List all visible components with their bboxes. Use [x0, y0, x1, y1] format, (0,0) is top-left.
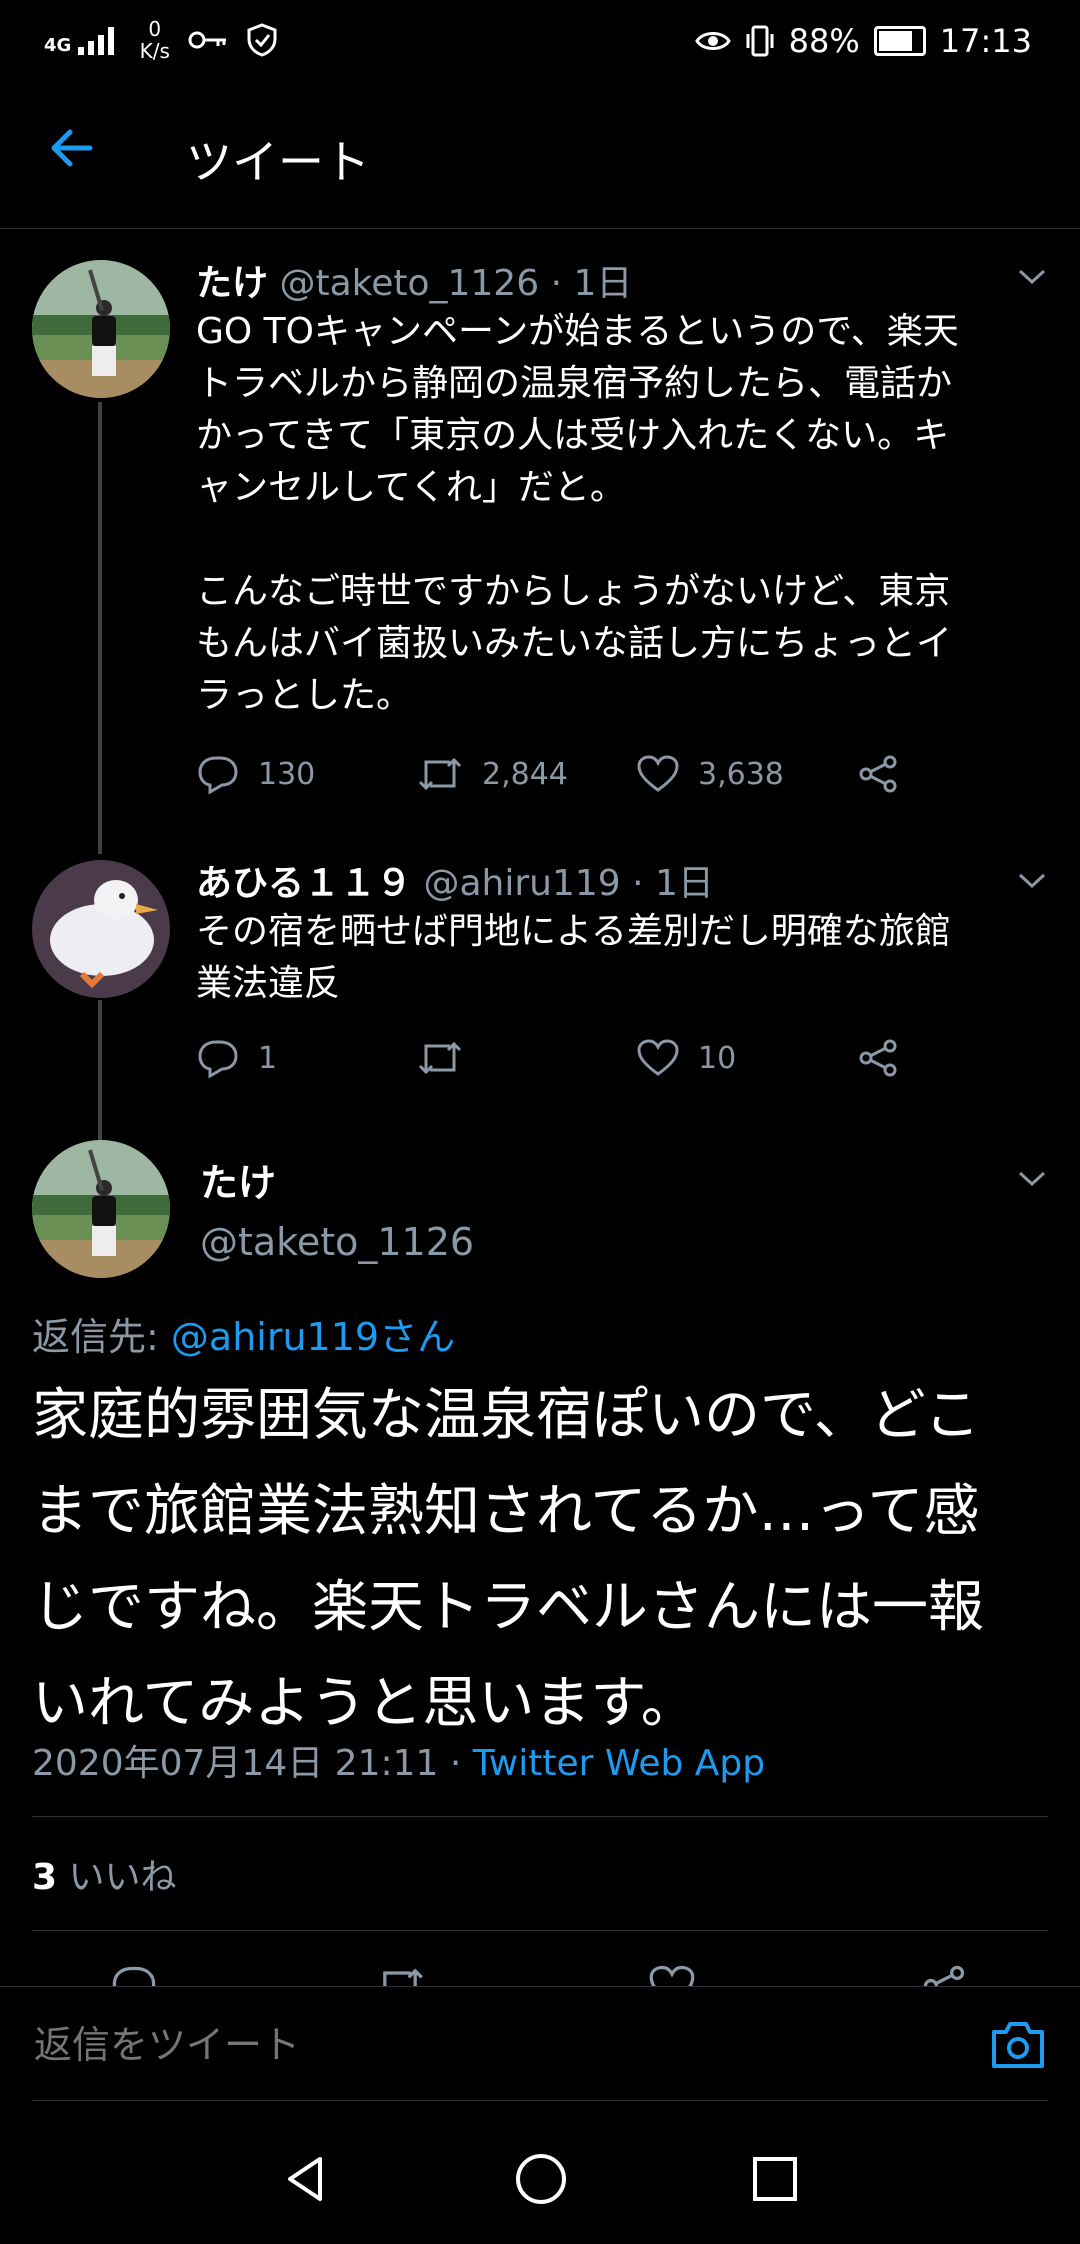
share-button[interactable]	[856, 1038, 1076, 1078]
retweet-count: 2,844	[482, 756, 568, 792]
net-speed-value: 0	[148, 17, 162, 41]
tweet-text: 家庭的雰囲気な温泉宿ぽいので、どこ まで旅館業法熟知されてるか…って感 じですね…	[32, 1383, 984, 1736]
divider	[32, 1816, 1048, 1817]
tweet-timestamp-row: 2020年07月14日 21:11 · Twitter Web App	[32, 1734, 765, 1786]
reply-count: 1	[258, 1040, 278, 1076]
key-icon	[188, 31, 226, 49]
share-button[interactable]	[856, 754, 1076, 794]
tweet-time: · 1日	[550, 263, 633, 304]
signal-icon	[77, 27, 114, 55]
tweet-text: GO TOキャンペーンが始まるというので、楽天 トラベルから静岡の温泉宿予約した…	[196, 311, 959, 716]
reply-to: 返信先: @ahiru119さん	[32, 1306, 455, 1361]
camera-icon[interactable]	[990, 2018, 1046, 2070]
vibrate-icon	[746, 25, 774, 57]
tweet-meta: あひる１１９ @ahiru119 · 1日	[196, 854, 714, 906]
share-icon	[859, 1039, 897, 1077]
avatar[interactable]	[32, 1140, 170, 1278]
network-type: 4G	[44, 35, 72, 56]
tweet-item[interactable]: あひる１１９ @ahiru119 · 1日 その宿を晒せば門地による差別だし明確…	[0, 848, 1080, 1108]
reply-input[interactable]	[32, 2014, 936, 2076]
avatar[interactable]	[32, 860, 170, 998]
reply-icon	[198, 1040, 238, 1078]
retweet-button[interactable]	[416, 1038, 636, 1078]
likes-summary[interactable]: 3 いいね	[32, 1848, 177, 1900]
avatar-image	[32, 1140, 170, 1278]
reply-icon[interactable]	[110, 1962, 158, 1986]
reply-button[interactable]: 130	[196, 754, 416, 794]
divider	[32, 2100, 1048, 2101]
timestamp: 2020年07月14日 21:11 ·	[32, 1743, 462, 1784]
retweet-icon[interactable]	[374, 1962, 426, 1986]
avatar-image	[32, 260, 170, 398]
heart-icon[interactable]	[648, 1962, 696, 1986]
network-indicator: 4G	[44, 25, 122, 55]
tweet-text: その宿を晒せば門地による差別だし明確な旅館 業法違反	[196, 911, 951, 1004]
handle[interactable]: @ahiru119	[423, 863, 620, 904]
likes-label: いいね	[68, 1857, 177, 1898]
status-right: 88% 17:13	[694, 22, 1032, 60]
chevron-down-icon[interactable]	[1014, 862, 1050, 898]
like-count: 10	[698, 1040, 737, 1076]
net-speed-unit: K/s	[139, 39, 170, 63]
nav-back-icon[interactable]	[280, 2153, 332, 2205]
handle[interactable]: @taketo_1126	[279, 263, 539, 304]
tweet-actions: 130 2,844 3,638	[196, 754, 1076, 794]
avatar[interactable]	[32, 260, 170, 398]
reply-composer	[0, 1990, 1080, 2100]
heart-icon	[637, 1039, 679, 1076]
chevron-down-icon[interactable]	[1014, 1160, 1050, 1196]
tweet-time: · 1日	[632, 863, 714, 904]
divider	[32, 1930, 1048, 1931]
battery-icon	[873, 26, 926, 56]
share-icon[interactable]	[920, 1962, 968, 1986]
battery-percent: 88%	[788, 22, 860, 60]
source-link[interactable]: Twitter Web App	[473, 1743, 765, 1784]
focused-tweet: たけ @taketo_1126 返信先: @ahiru119さん 家庭的雰囲気な…	[0, 1140, 1080, 1940]
clock: 17:13	[939, 22, 1032, 60]
reply-count: 130	[258, 756, 316, 792]
like-button[interactable]: 3,638	[636, 754, 856, 794]
reply-to-label: 返信先:	[32, 1315, 159, 1359]
display-name[interactable]: たけ	[200, 1152, 276, 1207]
retweet-icon	[418, 1041, 462, 1075]
heart-icon	[637, 755, 679, 792]
divider	[0, 1986, 1080, 1987]
back-arrow-icon[interactable]	[46, 124, 94, 172]
reply-to-user-link[interactable]: @ahiru119さん	[171, 1315, 455, 1359]
chevron-down-icon[interactable]	[1014, 258, 1050, 294]
handle[interactable]: @taketo_1126	[200, 1220, 474, 1264]
top-app-bar: ツイート	[0, 84, 1080, 229]
nav-recents-icon[interactable]	[750, 2154, 800, 2204]
tweet-actions: 1 10	[196, 1038, 1076, 1078]
nav-home-icon[interactable]	[513, 2151, 569, 2207]
status-bar: 4G 0 K/s 88% 17:13	[0, 0, 1080, 84]
like-button[interactable]: 10	[636, 1038, 856, 1078]
reply-icon	[198, 756, 238, 794]
reply-button[interactable]: 1	[196, 1038, 416, 1078]
display-name[interactable]: あひる１１９	[196, 863, 412, 904]
page-title: ツイート	[186, 135, 370, 189]
display-name[interactable]: たけ	[196, 263, 268, 304]
status-left: 4G 0 K/s	[44, 18, 278, 62]
eye-icon	[694, 32, 731, 50]
avatar-image	[32, 860, 170, 998]
net-speed: 0 K/s	[140, 18, 170, 62]
share-icon	[859, 755, 897, 793]
likes-count: 3	[32, 1857, 58, 1898]
shield-icon	[247, 23, 277, 57]
tweet-meta: たけ @taketo_1126 · 1日	[196, 254, 632, 306]
main-tweet-actions	[0, 1962, 1080, 1986]
tweet-item[interactable]: たけ @taketo_1126 · 1日 GO TOキャンペーンが始まるというの…	[0, 244, 1080, 824]
retweet-icon	[418, 757, 462, 791]
system-nav-bar	[0, 2114, 1080, 2244]
battery-fill	[878, 31, 912, 51]
retweet-button[interactable]: 2,844	[416, 754, 636, 794]
like-count: 3,638	[698, 756, 784, 792]
